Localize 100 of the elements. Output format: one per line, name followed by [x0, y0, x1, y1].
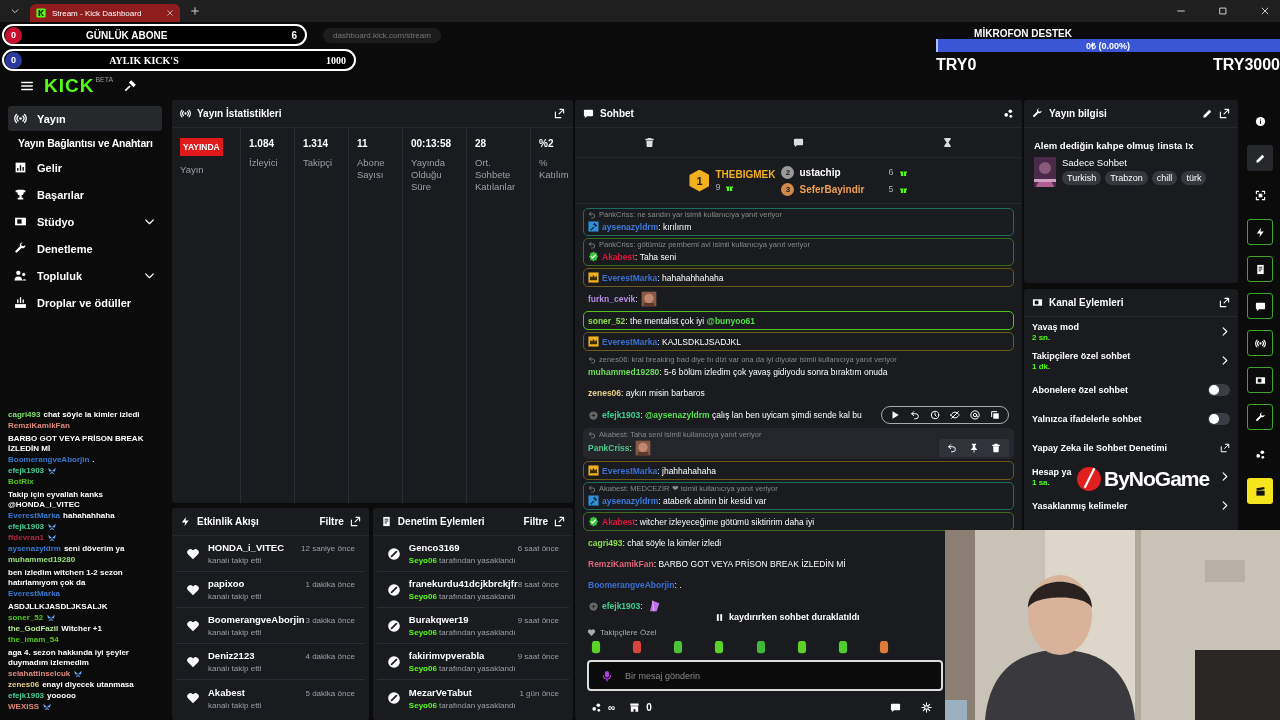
close-icon[interactable] — [1260, 6, 1270, 16]
filter-button[interactable]: Filtre — [319, 516, 344, 527]
browser-tab[interactable]: Stream - Kick Dashboard — [30, 4, 180, 22]
toggle-switch[interactable] — [1208, 383, 1230, 396]
reply-icon[interactable] — [947, 443, 957, 453]
chat-username: selahattinselcuk — [8, 669, 71, 679]
filter-button[interactable]: Filtre — [523, 516, 548, 527]
tag[interactable]: Trabzon — [1105, 171, 1148, 185]
sidebar-item[interactable]: Topluluk — [8, 263, 162, 288]
pop-out-icon[interactable] — [554, 108, 565, 119]
message-field[interactable]: Bir mesaj gönderin — [623, 669, 929, 682]
trash-icon[interactable] — [991, 443, 1001, 453]
trash-icon[interactable] — [644, 137, 655, 148]
external-link-icon[interactable] — [1220, 442, 1230, 453]
pop-out-icon[interactable] — [554, 516, 565, 527]
tag[interactable]: türk — [1181, 171, 1207, 185]
chat-message: aga 4. sezon hakkında iyi şeyler duymadım izlemedim — [8, 648, 130, 668]
chat-message: zenes06: aykırı misin barbaros — [588, 387, 705, 398]
rail-button[interactable] — [1247, 330, 1273, 356]
close-tab-icon[interactable] — [166, 9, 174, 17]
new-tab-icon[interactable] — [190, 6, 200, 16]
edit-icon[interactable] — [1202, 108, 1213, 119]
ban-icon — [386, 618, 401, 633]
emote-icon[interactable] — [589, 641, 603, 655]
chat-username: RemziKamikFan — [8, 421, 70, 431]
chat-icon[interactable] — [890, 701, 901, 713]
rail-button[interactable] — [1247, 367, 1273, 393]
sidebar-subitem[interactable]: Yayın Bağlantısı ve Anahtarı — [8, 133, 162, 153]
reply-icon[interactable] — [910, 410, 920, 420]
message-box[interactable]: Bir mesaj gönderin — [587, 660, 943, 691]
channel-action[interactable]: Yavaş mod — [1032, 321, 1080, 332]
reply-icon — [588, 210, 596, 219]
clock-icon[interactable] — [930, 410, 940, 420]
hide-icon[interactable] — [950, 410, 960, 420]
hammer-icon[interactable] — [123, 79, 138, 93]
trophy-icon — [14, 188, 27, 201]
sidebar-item[interactable]: Yayın — [8, 106, 162, 131]
tag[interactable]: chill — [1151, 171, 1178, 185]
store-icon[interactable] — [629, 701, 641, 713]
goal-target: 1000 — [326, 54, 346, 66]
pop-out-icon[interactable] — [1219, 108, 1230, 119]
sidebar-item[interactable]: Droplar ve ödüller — [8, 290, 162, 315]
maximize-icon[interactable] — [1218, 6, 1228, 16]
drops-count: ∞ — [608, 701, 616, 713]
tag[interactable]: Turkish — [1062, 171, 1102, 185]
channel-action[interactable]: Takipçilere özel sohbet — [1032, 350, 1131, 361]
category-name[interactable]: Sadece Sohbet — [1062, 157, 1207, 168]
channel-action[interactable]: Hesap ya — [1032, 466, 1072, 477]
sidebar-item[interactable]: Stüdyo — [8, 209, 162, 234]
channel-action[interactable]: Yalnızca ifadelerle sohbet — [1032, 413, 1142, 424]
chat-username: muhammed19280 — [8, 555, 76, 565]
chat-message: yooooo — [47, 691, 76, 701]
pop-out-icon[interactable] — [349, 516, 361, 527]
kick-logo[interactable]: KICK — [44, 75, 95, 97]
pin-icon[interactable] — [969, 443, 979, 453]
rail-button[interactable] — [1247, 404, 1273, 430]
timestamp: 1 dakika önce — [305, 580, 355, 589]
emote-icon[interactable] — [877, 641, 891, 655]
rail-button[interactable] — [1247, 145, 1273, 171]
panel-title: Yayın bilgisi — [1049, 108, 1107, 119]
rail-button[interactable] — [1247, 219, 1273, 245]
stat-label: Ort. Sohbete Katılanlar — [475, 157, 517, 193]
panel-title: Kanal Eylemleri — [1049, 297, 1124, 308]
chat-username: aysenazyldrm — [8, 544, 61, 554]
timestamp: 1 gün önce — [519, 688, 559, 698]
menu-icon[interactable] — [20, 79, 34, 93]
sidebar-item[interactable]: Denetleme — [8, 236, 162, 261]
chat-message: muhammed19280: 5-6 bölüm izledim çok yavaş gidiyodu sonra bıraktım onuda — [588, 366, 888, 377]
more-icon[interactable] — [1003, 108, 1014, 119]
heart-icon — [186, 546, 200, 561]
pop-out-icon[interactable] — [1219, 297, 1230, 308]
rail-button[interactable] — [1247, 293, 1273, 319]
chat-username: EverestMarka — [8, 511, 61, 521]
lightning-icon — [180, 516, 191, 527]
address-bar[interactable]: dashboard.kick.com/stream — [323, 27, 441, 43]
username: Genco3169 — [408, 542, 460, 553]
settings-icon[interactable] — [921, 701, 932, 713]
chat-message: aysenazyldrm: kırılırım — [602, 221, 692, 232]
wrench-icon — [14, 242, 27, 255]
channel-action[interactable]: Yapay Zeka ile Sohbet Denetimi — [1032, 442, 1168, 453]
chat-icon[interactable] — [793, 137, 804, 148]
play-icon[interactable] — [890, 410, 900, 420]
ban-note: Seyo06 tarafından yasaklandı — [408, 628, 517, 637]
sidebar-item[interactable]: Gelir — [8, 155, 162, 180]
chat-message: aysenazyldrm: ataberk abinin bir kesidi var — [602, 495, 767, 506]
drops-icon[interactable] — [591, 701, 602, 713]
rail-button[interactable] — [1247, 256, 1273, 282]
sidebar-item[interactable]: Başarılar — [8, 182, 162, 207]
goal-label: GÜNLÜK ABONE — [85, 29, 169, 41]
toggle-switch[interactable] — [1208, 412, 1230, 425]
mention-icon[interactable] — [970, 410, 980, 420]
tab-list-icon[interactable] — [10, 6, 20, 16]
microphone-icon[interactable] — [601, 669, 613, 682]
hourglass-icon[interactable] — [942, 137, 953, 148]
channel-action[interactable]: Yasaklanmış kelimeler — [1032, 500, 1128, 511]
copy-icon[interactable] — [990, 410, 1000, 420]
wrench-icon — [1254, 411, 1266, 423]
goal-min: TRY0 — [936, 56, 977, 74]
channel-action[interactable]: Abonelere özel sohbet — [1032, 384, 1129, 395]
rail-button[interactable] — [1247, 478, 1273, 504]
